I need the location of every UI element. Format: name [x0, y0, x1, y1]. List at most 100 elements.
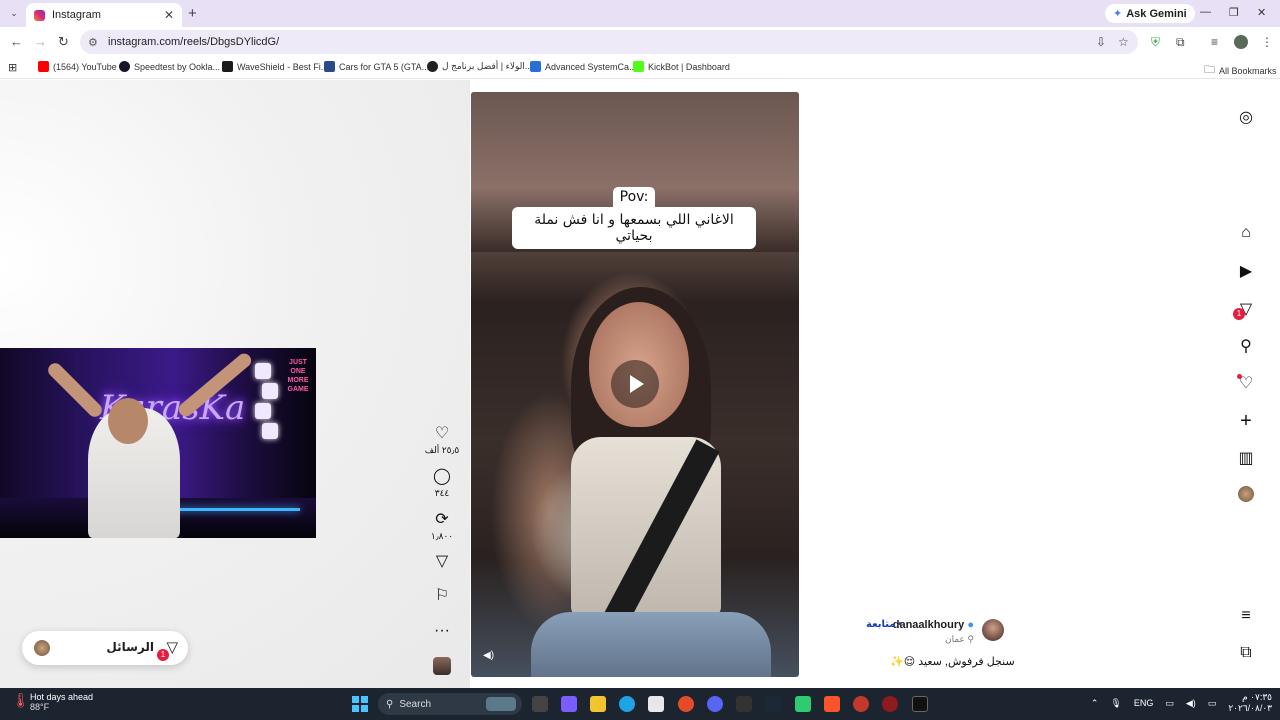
tab-instagram[interactable]: Instagram ✕ [26, 3, 182, 27]
microphone-icon[interactable]: 🎙 [1110, 698, 1121, 709]
app-icon[interactable] [795, 696, 811, 712]
restore-button[interactable]: ❐ [1229, 6, 1239, 19]
menu-icon[interactable]: ⋮ [1261, 35, 1273, 49]
also-from-meta-icon[interactable]: ⧉ [1236, 644, 1256, 662]
dashboard-icon[interactable]: ▥ [1236, 448, 1256, 468]
heart-icon: ♡ [434, 425, 450, 442]
shield-extension-icon[interactable]: ⛨ [1151, 35, 1160, 50]
bookmark-waveshield[interactable]: WaveShield - Best Fi... [222, 61, 328, 72]
more-button[interactable]: ··· [424, 622, 460, 640]
date: ٢٠٢٦/٠٨/٠٣ [1228, 703, 1272, 713]
audio-thumbnail[interactable] [433, 657, 451, 675]
brave-icon[interactable] [824, 696, 840, 712]
weather-title: Hot days ahead [30, 692, 94, 702]
create-icon[interactable]: + [1236, 410, 1256, 433]
language-indicator[interactable]: ENG [1134, 698, 1154, 708]
repost-count: ١٫٨٠٠ [430, 531, 454, 541]
location[interactable]: عمان ⚲ [945, 634, 974, 645]
hex-light [262, 383, 278, 399]
media-controls-icon[interactable]: ≡ [1211, 35, 1218, 49]
reload-icon[interactable]: ↻ [58, 34, 69, 50]
apps-icon[interactable]: ⊞ [8, 61, 17, 74]
video-scene [531, 612, 771, 677]
extensions-icon[interactable]: ⧉ [1176, 35, 1185, 50]
task-view-icon[interactable] [532, 696, 548, 712]
search-icon[interactable]: ⚲ [1236, 336, 1256, 356]
discord-icon[interactable] [707, 696, 723, 712]
reel-video[interactable]: Pov: الاغاني اللي بسمعها و انا فش نملة ب… [471, 92, 799, 677]
tab-search-icon[interactable]: ⌄ [6, 5, 22, 21]
epic-games-icon[interactable] [912, 696, 928, 712]
taskbar-search[interactable]: ⚲ Search [378, 693, 522, 715]
back-icon[interactable]: ← [10, 34, 23, 49]
author-name[interactable]: danaalkhoury ● [893, 619, 974, 631]
app-icon[interactable] [882, 696, 898, 712]
weather-widget[interactable]: 🌡 Hot days ahead 88°F [12, 692, 93, 712]
forward-icon[interactable]: → [34, 34, 47, 49]
address-bar[interactable]: ⚙ instagram.com/reels/DbgsDYlicdG/ [80, 30, 1138, 54]
copilot-icon[interactable] [561, 696, 577, 712]
more-menu-icon[interactable]: ≡ [1236, 607, 1256, 625]
like-button[interactable]: ♡ ٢٥٫٥ ألف [424, 425, 460, 456]
thermometer-icon: 🌡 [12, 692, 30, 708]
chrome-icon[interactable] [678, 696, 694, 712]
bookmark-youtube[interactable]: (1564) YouTube [38, 61, 117, 72]
new-tab-button[interactable]: + [188, 5, 197, 22]
profile-avatar[interactable] [1234, 35, 1248, 49]
bookmark-label: Advanced SystemCa... [545, 61, 637, 72]
site-info-icon[interactable]: ⚙ [88, 36, 102, 49]
poster: JUST ONE MORE GAME [287, 359, 309, 393]
verified-icon: ● [967, 619, 974, 631]
follow-button[interactable]: متابعة • [866, 619, 902, 630]
post-caption: سنجل فرفوش, سعيد 😌✨ [890, 656, 1015, 668]
app-icon[interactable] [736, 696, 752, 712]
display-icon[interactable]: ▭ [1165, 698, 1174, 709]
app-icon[interactable] [853, 696, 869, 712]
bookmark-icon: ⚐ [434, 587, 450, 604]
install-app-icon[interactable]: ⇩ [1096, 35, 1106, 49]
bookmark-label: Speedtest by Ookla... [134, 61, 221, 72]
play-button[interactable] [611, 360, 659, 408]
bookmark-alwalaa[interactable]: الولاء | أفضل برنامج ل... [427, 61, 532, 72]
volume-icon[interactable]: ◀) [1186, 698, 1196, 709]
all-bookmarks[interactable]: 🗀 All Bookmarks [1204, 61, 1277, 80]
home-icon[interactable]: ⌂ [1236, 224, 1256, 242]
notification-dot [1237, 374, 1242, 379]
tab-close-icon[interactable]: ✕ [164, 8, 174, 22]
repost-button[interactable]: ⟳ ١٫٨٠٠ [424, 511, 460, 542]
ask-gemini-button[interactable]: ✦ Ask Gemini [1105, 4, 1195, 23]
author-name-text: danaalkhoury [892, 619, 965, 631]
store-icon[interactable] [648, 696, 664, 712]
share-button[interactable]: ▽ [424, 553, 460, 571]
file-explorer-icon[interactable] [590, 696, 606, 712]
clock[interactable]: ٠٧:٣٥ م ٢٠٢٦/٠٨/٠٣ [1228, 692, 1272, 714]
close-window-button[interactable]: ✕ [1257, 6, 1266, 19]
comment-icon: ◯ [433, 468, 451, 485]
youtube-icon [38, 61, 49, 72]
steam-icon[interactable] [765, 696, 781, 712]
minimize-button[interactable]: — [1200, 6, 1211, 18]
profile-icon[interactable] [1238, 486, 1254, 502]
url-text: instagram.com/reels/DbgsDYlicdG/ [108, 36, 280, 48]
reels-icon[interactable]: ▶ [1236, 261, 1256, 281]
messages-pill[interactable]: الرسائل ▽ 1 [22, 631, 188, 665]
search-icon: ⚲ [386, 698, 394, 710]
bookmark-systemcare[interactable]: Advanced SystemCa... [530, 61, 637, 72]
edge-icon[interactable] [619, 696, 635, 712]
bookmark-star-icon[interactable]: ☆ [1118, 35, 1129, 49]
author-avatar[interactable] [982, 619, 1004, 641]
mute-icon[interactable]: ◀) [483, 650, 494, 661]
bookmark-speedtest[interactable]: Speedtest by Ookla... [119, 61, 220, 72]
battery-icon[interactable]: ▭ [1208, 698, 1217, 709]
bookmark-gta-cars[interactable]: Cars for GTA 5 (GTA... [324, 61, 429, 72]
bookmark-kickbot[interactable]: KickBot | Dashboard [633, 61, 730, 72]
comment-button[interactable]: ◯ ٣٤٤ [424, 468, 460, 499]
tab-title: Instagram [52, 9, 101, 21]
folder-icon: 🗀 [1204, 64, 1215, 76]
messages-badge: 1 [1233, 308, 1245, 320]
start-button[interactable] [352, 696, 368, 712]
instagram-logo-icon[interactable]: ◎ [1236, 107, 1256, 127]
save-button[interactable]: ⚐ [424, 587, 460, 605]
streamer-head [108, 398, 148, 444]
chevron-up-icon[interactable]: ⌃ [1091, 698, 1099, 709]
